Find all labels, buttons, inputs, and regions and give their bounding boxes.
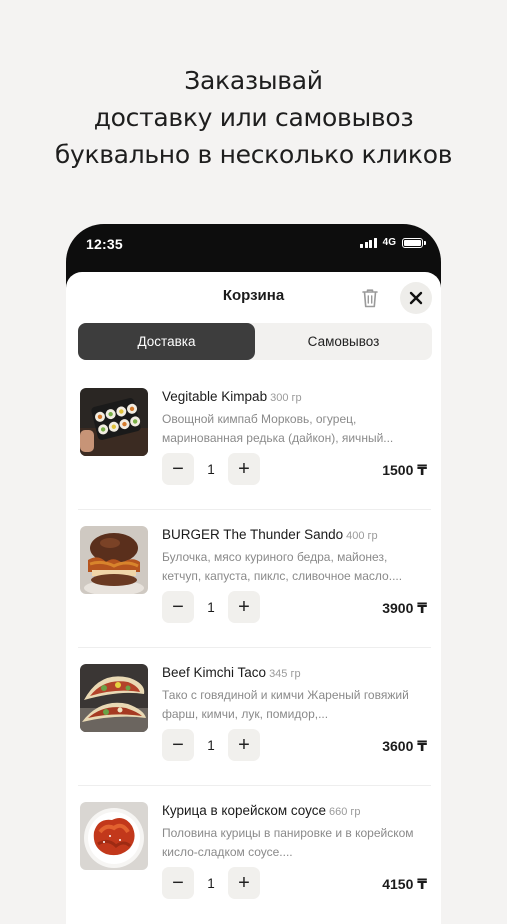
delivery-type-switch: Доставка Самовывоз bbox=[78, 323, 432, 360]
quantity-value: 1 bbox=[207, 599, 215, 615]
cart-sheet: Корзина Доставка Самовывоз Vegitable Kim… bbox=[66, 272, 441, 924]
quantity-value: 1 bbox=[207, 875, 215, 891]
signal-icon bbox=[360, 237, 377, 248]
item-title: Курица в корейском соусе 660 гр bbox=[162, 803, 361, 818]
network-label: 4G bbox=[382, 237, 396, 248]
item-description: Булочка, мясо куриного бедра, майонез, к… bbox=[162, 550, 403, 583]
item-description: Половина курицы в панировке и в корейско… bbox=[162, 826, 414, 859]
tab-pickup[interactable]: Самовывоз bbox=[255, 323, 432, 360]
decrease-button[interactable]: − bbox=[162, 729, 194, 761]
item-name: Vegitable Kimpab bbox=[162, 389, 268, 404]
item-price: 3600 ₸ bbox=[382, 738, 427, 754]
item-price: 1500 ₸ bbox=[382, 462, 427, 478]
status-indicators: 4G bbox=[360, 237, 426, 248]
item-photo-kimpab bbox=[80, 388, 148, 456]
headline-line-1: Заказывай bbox=[184, 66, 323, 95]
item-weight: 400 гр bbox=[346, 530, 378, 542]
item-weight: 660 гр bbox=[329, 806, 361, 818]
cart-item: Курица в корейском соусе 660 гр Половина … bbox=[78, 786, 431, 924]
headline-line-3: буквально в несколько кликов bbox=[54, 140, 453, 169]
phone-frame: 12:35 4G Корзина Доставка Самовывоз Vegi… bbox=[66, 224, 441, 924]
item-photo-taco bbox=[80, 664, 148, 732]
item-description: Овощной кимпаб Морковь, огурец, маринова… bbox=[162, 412, 394, 445]
quantity-value: 1 bbox=[207, 461, 215, 477]
quantity-value: 1 bbox=[207, 737, 215, 753]
item-photo-chicken bbox=[80, 802, 148, 870]
item-weight: 300 гр bbox=[270, 392, 302, 404]
cart-title: Корзина bbox=[222, 287, 285, 304]
battery-icon bbox=[402, 237, 426, 248]
cart-item: Vegitable Kimpab 300 гр Овощной кимпаб Мо… bbox=[78, 372, 431, 510]
item-description: Тако с говядиной и кимчи Жареный говяжий… bbox=[162, 688, 409, 721]
quantity-stepper: − 1 + bbox=[162, 453, 260, 485]
item-price: 3900 ₸ bbox=[382, 600, 427, 616]
decrease-button[interactable]: − bbox=[162, 453, 194, 485]
promo-headline: Заказывай доставку или самовывоз букваль… bbox=[0, 62, 507, 173]
item-name: BURGER The Thunder Sando bbox=[162, 527, 344, 542]
increase-button[interactable]: + bbox=[228, 591, 260, 623]
item-name: Beef Kimchi Taco bbox=[162, 665, 267, 680]
item-name: Курица в корейском соусе bbox=[162, 803, 327, 818]
increase-button[interactable]: + bbox=[228, 729, 260, 761]
headline-line-2: доставку или самовывоз bbox=[93, 103, 414, 132]
cart-item: BURGER The Thunder Sando 400 гр Булочка, … bbox=[78, 510, 431, 648]
tab-delivery[interactable]: Доставка bbox=[78, 323, 255, 360]
item-price: 4150 ₸ bbox=[382, 876, 427, 892]
cart-item: Beef Kimchi Taco 345 гр Тако с говядиной … bbox=[78, 648, 431, 786]
item-weight: 345 гр bbox=[269, 668, 301, 680]
quantity-stepper: − 1 + bbox=[162, 591, 260, 623]
increase-button[interactable]: + bbox=[228, 453, 260, 485]
item-title: BURGER The Thunder Sando 400 гр bbox=[162, 527, 378, 542]
increase-button[interactable]: + bbox=[228, 867, 260, 899]
trash-icon[interactable] bbox=[359, 286, 381, 310]
decrease-button[interactable]: − bbox=[162, 591, 194, 623]
status-time: 12:35 bbox=[86, 236, 123, 252]
cart-items-list: Vegitable Kimpab 300 гр Овощной кимпаб Мо… bbox=[66, 372, 441, 924]
item-photo-burger bbox=[80, 526, 148, 594]
quantity-stepper: − 1 + bbox=[162, 729, 260, 761]
close-button[interactable] bbox=[400, 282, 432, 314]
item-title: Beef Kimchi Taco 345 гр bbox=[162, 665, 301, 680]
status-bar: 12:35 4G bbox=[66, 224, 441, 270]
decrease-button[interactable]: − bbox=[162, 867, 194, 899]
quantity-stepper: − 1 + bbox=[162, 867, 260, 899]
item-title: Vegitable Kimpab 300 гр bbox=[162, 389, 302, 404]
close-icon bbox=[409, 291, 423, 305]
